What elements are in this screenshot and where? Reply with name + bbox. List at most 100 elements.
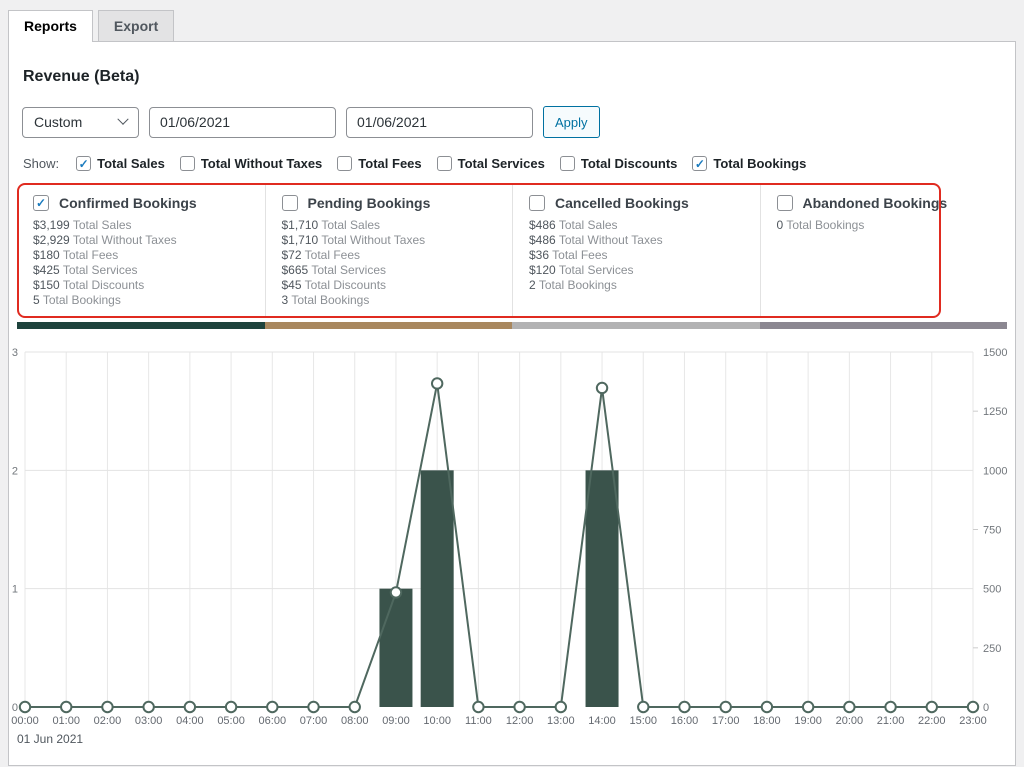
show-row: Show: ✓Total SalesTotal Without TaxesTot…: [15, 156, 1009, 171]
show-option-total-discounts[interactable]: Total Discounts: [560, 156, 678, 171]
chart-point-13:00: [556, 702, 566, 712]
card-stat: $2,929 Total Without Taxes: [33, 233, 249, 248]
apply-button[interactable]: Apply: [543, 106, 600, 138]
stat-label: Total Sales: [73, 218, 132, 232]
show-option-total-services[interactable]: Total Services: [437, 156, 545, 171]
stat-label: Total Services: [559, 263, 634, 277]
accent-bar-cancelled-bookings: [512, 322, 760, 329]
chart-point-19:00: [803, 702, 813, 712]
x-axis-label: 03:00: [135, 715, 163, 727]
card-header: Abandoned Bookings: [777, 195, 992, 211]
chart-point-01:00: [61, 702, 71, 712]
card-stat: 5 Total Bookings: [33, 293, 249, 308]
stat-value: 5: [33, 293, 40, 307]
stat-label: Total Discounts: [305, 278, 386, 292]
card-stat: $150 Total Discounts: [33, 278, 249, 293]
accent-bar-pending-bookings: [265, 322, 513, 329]
checkbox-total-services[interactable]: [437, 156, 452, 171]
stat-value: 0: [777, 218, 784, 232]
card-title: Confirmed Bookings: [59, 195, 197, 211]
stat-value: $72: [282, 248, 302, 262]
x-axis-label: 16:00: [671, 715, 699, 727]
x-axis-label: 20:00: [836, 715, 864, 727]
stat-label: Total Discounts: [63, 278, 144, 292]
chart-point-23:00: [968, 702, 978, 712]
chart-point-04:00: [185, 702, 195, 712]
card-abandoned-bookings: Abandoned Bookings 0 Total Bookings: [760, 183, 1008, 318]
card-cancelled-bookings: Cancelled Bookings$486 Total Sales$486 T…: [512, 183, 760, 318]
show-option-label: Total Services: [458, 156, 545, 171]
stat-label: Total Without Taxes: [321, 233, 425, 247]
card-header: Pending Bookings: [282, 195, 497, 211]
checkbox-pending-bookings[interactable]: [282, 195, 298, 211]
show-option-label: Total Discounts: [581, 156, 678, 171]
x-axis-label: 04:00: [176, 715, 204, 727]
reports-panel: Revenue (Beta) Custom Apply Show: ✓Total…: [8, 41, 1016, 766]
card-stat: $486 Total Sales: [529, 218, 744, 233]
checkbox-cancelled-bookings[interactable]: [529, 195, 545, 211]
chart-point-02:00: [102, 702, 112, 712]
tab-export[interactable]: Export: [98, 10, 174, 41]
stat-value: $1,710: [282, 218, 319, 232]
card-stat: 0 Total Bookings: [777, 218, 992, 233]
show-option-total-fees[interactable]: Total Fees: [337, 156, 421, 171]
chart-point-06:00: [267, 702, 277, 712]
tab-bar: Reports Export: [0, 0, 1024, 41]
chart-area: 0123025050075010001250150000:0001:0002:0…: [15, 338, 1009, 758]
left-axis-label: 3: [12, 347, 18, 359]
date-from-input[interactable]: [149, 107, 336, 138]
stat-value: $45: [282, 278, 302, 292]
card-stat: $36 Total Fees: [529, 248, 744, 263]
card-stat: 2 Total Bookings: [529, 278, 744, 293]
stat-label: Total Sales: [559, 218, 618, 232]
stat-label: Total Services: [63, 263, 138, 277]
stat-label: Total Bookings: [43, 293, 121, 307]
chart-bar-10:00: [421, 470, 454, 707]
accent-bar-confirmed-bookings: [17, 322, 265, 329]
checkbox-total-fees[interactable]: [337, 156, 352, 171]
stat-label: Total Fees: [305, 248, 360, 262]
tab-reports[interactable]: Reports: [8, 10, 93, 42]
card-stat: $665 Total Services: [282, 263, 497, 278]
show-option-total-sales[interactable]: ✓Total Sales: [76, 156, 165, 171]
stat-label: Total Without Taxes: [559, 233, 663, 247]
chart-point-00:00: [20, 702, 30, 712]
chart-point-10:00: [432, 378, 442, 388]
card-stat: 3 Total Bookings: [282, 293, 497, 308]
booking-summary-cards: ✓Confirmed Bookings$3,199 Total Sales$2,…: [17, 183, 1007, 318]
card-stat: $180 Total Fees: [33, 248, 249, 263]
chevron-down-icon: [117, 114, 128, 125]
x-axis-label: 00:00: [11, 715, 39, 727]
chart-point-03:00: [143, 702, 153, 712]
checkbox-total-bookings[interactable]: ✓: [692, 156, 707, 171]
chart-point-15:00: [638, 702, 648, 712]
x-axis-label: 05:00: [217, 715, 245, 727]
x-axis-label: 15:00: [629, 715, 657, 727]
checkbox-abandoned-bookings[interactable]: [777, 195, 793, 211]
date-to-input[interactable]: [346, 107, 533, 138]
date-range-select[interactable]: Custom: [22, 107, 139, 138]
x-axis-label: 12:00: [506, 715, 534, 727]
checkbox-total-discounts[interactable]: [560, 156, 575, 171]
filter-row: Custom Apply: [15, 106, 1009, 138]
right-axis-label: 500: [983, 584, 1001, 596]
card-stat: $72 Total Fees: [282, 248, 497, 263]
checkbox-confirmed-bookings[interactable]: ✓: [33, 195, 49, 211]
chart-point-18:00: [762, 702, 772, 712]
stat-value: $36: [529, 248, 549, 262]
stat-label: Total Fees: [63, 248, 118, 262]
checkbox-total-sales[interactable]: ✓: [76, 156, 91, 171]
x-axis-label: 11:00: [465, 715, 492, 727]
show-option-label: Total Bookings: [713, 156, 806, 171]
checkbox-total-without-taxes[interactable]: [180, 156, 195, 171]
x-axis-label: 13:00: [547, 715, 575, 727]
stat-label: Total Services: [311, 263, 386, 277]
x-axis-label: 07:00: [300, 715, 328, 727]
chart-bar-14:00: [586, 470, 619, 707]
show-option-total-without-taxes[interactable]: Total Without Taxes: [180, 156, 322, 171]
show-option-total-bookings[interactable]: ✓ Total Bookings: [692, 156, 806, 171]
stat-value: $486: [529, 218, 556, 232]
stat-value: $180: [33, 248, 60, 262]
stat-value: $3,199: [33, 218, 70, 232]
card-header: ✓ Confirmed Bookings: [33, 195, 249, 211]
